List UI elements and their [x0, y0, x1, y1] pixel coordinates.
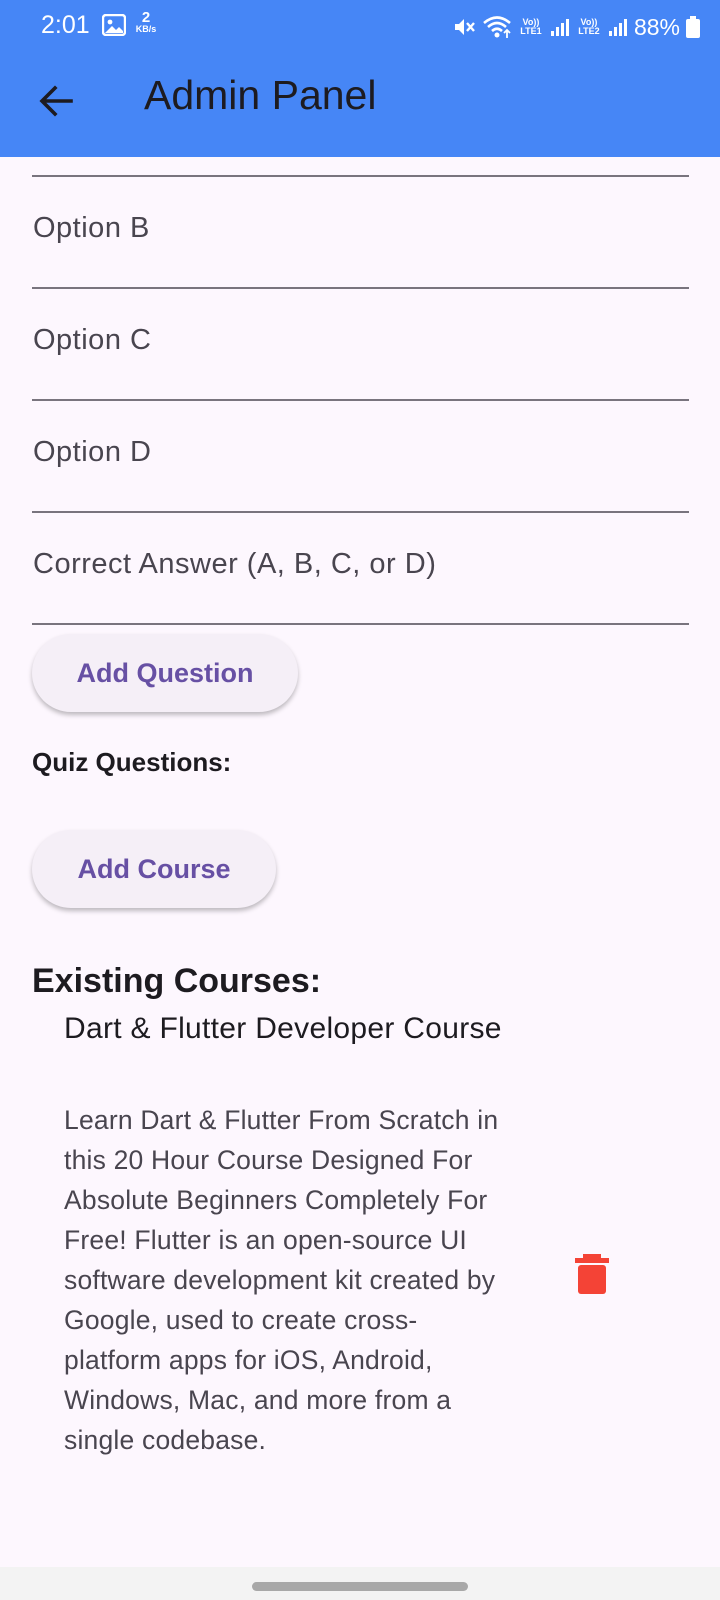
home-gesture-handle[interactable]: [252, 1582, 468, 1591]
page-title: Admin Panel: [144, 72, 377, 118]
status-icons: Vo)) LTE1 Vo)) LTE2 88%: [452, 12, 700, 42]
course-title: Dart & Flutter Developer Course: [64, 1012, 502, 1045]
existing-courses-heading: Existing Courses:: [32, 962, 322, 1000]
sim2-label: Vo)) LTE2: [578, 17, 600, 36]
gallery-notification-icon: [102, 14, 126, 36]
add-course-button[interactable]: Add Course: [32, 830, 276, 908]
option-a-field-underline[interactable]: [32, 157, 689, 177]
option-d-field[interactable]: Option D: [32, 401, 689, 513]
option-c-field[interactable]: Option C: [32, 289, 689, 401]
title-bar: Admin Panel: [0, 56, 720, 157]
wifi-icon: [483, 16, 511, 38]
mute-icon: [454, 19, 475, 35]
app-bar: 2:01 2 KB/s Vo)) LTE1 Vo)) LTE2 88% Admi…: [0, 0, 720, 157]
battery-percent: 88%: [633, 13, 680, 40]
add-question-button[interactable]: Add Question: [32, 634, 298, 712]
status-bar: 2:01 2 KB/s Vo)) LTE1 Vo)) LTE2 88%: [0, 0, 720, 56]
back-arrow-icon[interactable]: [37, 81, 77, 121]
course-description: Learn Dart & Flutter From Scratch in thi…: [64, 1105, 499, 1455]
system-nav-bar: [0, 1567, 720, 1600]
sim1-label: Vo)) LTE1: [520, 17, 542, 36]
battery-icon: [686, 16, 700, 38]
status-time: 2:01: [41, 11, 90, 39]
correct-answer-label: Correct Answer (A, B, C, or D): [33, 548, 437, 580]
signal-2-icon: [608, 19, 627, 36]
quiz-questions-heading: Quiz Questions:: [32, 747, 232, 777]
network-speed: 2 KB/s: [135, 9, 157, 34]
option-d-label: Option D: [33, 436, 152, 468]
trash-icon[interactable]: [574, 1254, 610, 1294]
option-c-label: Option C: [33, 324, 152, 356]
signal-1-icon: [550, 19, 569, 36]
correct-answer-field[interactable]: Correct Answer (A, B, C, or D): [32, 513, 689, 625]
option-b-label: Option B: [33, 212, 150, 244]
option-b-field[interactable]: Option B: [32, 177, 689, 289]
